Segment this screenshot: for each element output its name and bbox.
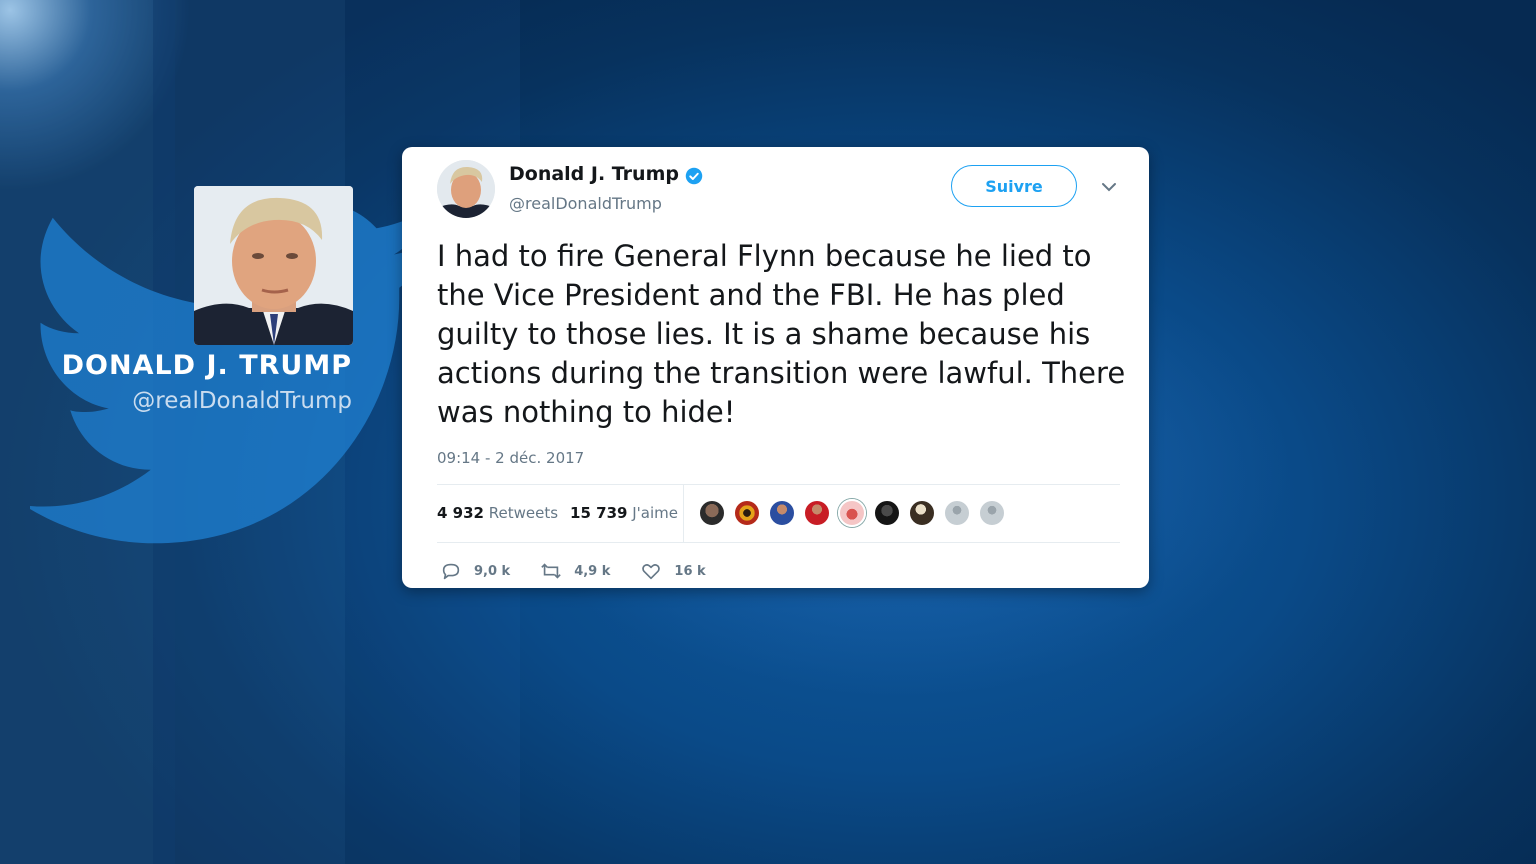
- author-name[interactable]: Donald J. Trump: [509, 163, 679, 185]
- liker-avatar[interactable]: [733, 499, 761, 527]
- divider: [437, 542, 1120, 543]
- profile-photo: [194, 186, 353, 345]
- liker-avatar[interactable]: [978, 499, 1006, 527]
- likes-count: 15 739: [570, 504, 628, 522]
- retweet-count: 4,9 k: [574, 563, 611, 579]
- tweet-timestamp[interactable]: 09:14 - 2 déc. 2017: [437, 449, 584, 467]
- liker-avatar[interactable]: [768, 499, 796, 527]
- tweet-actions: 9,0 k 4,9 k 16 k: [440, 560, 736, 582]
- follow-button[interactable]: Suivre: [951, 165, 1077, 207]
- retweets-stat[interactable]: 4 932 Retweets: [437, 504, 558, 522]
- liker-avatar[interactable]: [908, 499, 936, 527]
- author-handle[interactable]: @realDonaldTrump: [509, 194, 662, 213]
- likers-avatars: [698, 499, 1006, 527]
- liker-avatar[interactable]: [803, 499, 831, 527]
- liker-avatar[interactable]: [838, 499, 866, 527]
- likes-stat[interactable]: 15 739 J'aime: [570, 504, 678, 522]
- verified-badge-icon: [685, 167, 703, 185]
- like-count: 16 k: [674, 563, 706, 579]
- likes-label: J'aime: [632, 504, 678, 522]
- reply-icon: [442, 563, 460, 580]
- reply-button[interactable]: 9,0 k: [440, 560, 510, 582]
- retweets-count: 4 932: [437, 504, 484, 522]
- tweet-stats: 4 932 Retweets 15 739 J'aime: [437, 504, 678, 522]
- heart-icon: [642, 564, 661, 580]
- avatar[interactable]: [437, 160, 495, 218]
- liker-avatar[interactable]: [873, 499, 901, 527]
- side-author-handle: @realDonaldTrump: [132, 388, 352, 414]
- liker-avatar[interactable]: [698, 499, 726, 527]
- divider: [683, 485, 684, 542]
- retweet-icon: [541, 563, 561, 579]
- like-button[interactable]: 16 k: [640, 560, 706, 582]
- tweet-text: I had to fire General Flynn because he l…: [437, 239, 1126, 429]
- chevron-down-icon[interactable]: [1100, 180, 1118, 194]
- side-author-name: DONALD J. TRUMP: [61, 350, 352, 381]
- liker-avatar[interactable]: [943, 499, 971, 527]
- tweet-card: Donald J. Trump @realDonaldTrump Suivre …: [402, 147, 1149, 588]
- reply-count: 9,0 k: [474, 563, 511, 579]
- retweets-label: Retweets: [488, 504, 559, 522]
- retweet-button[interactable]: 4,9 k: [540, 560, 610, 582]
- divider: [437, 484, 1120, 485]
